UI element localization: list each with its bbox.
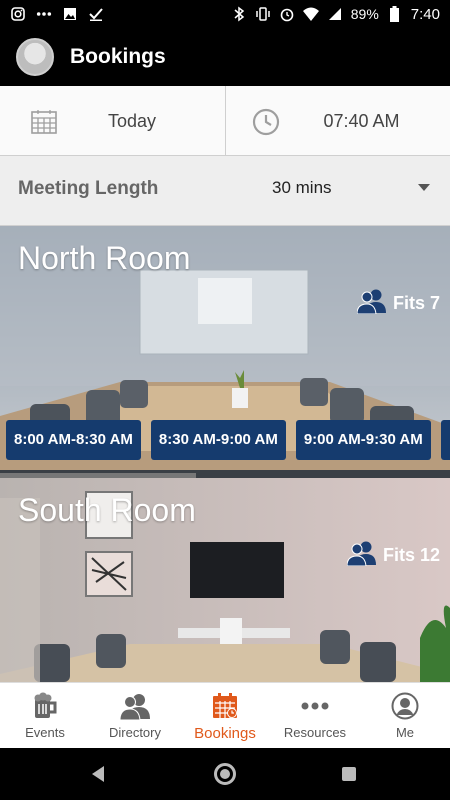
dots-icon	[36, 6, 52, 22]
system-nav-bar	[0, 748, 450, 800]
tab-me[interactable]: Me	[360, 683, 450, 748]
meeting-length-row: Meeting Length 30 mins	[0, 156, 450, 226]
status-time: 7:40	[410, 5, 440, 23]
tab-directory[interactable]: Directory	[90, 683, 180, 748]
capacity-text: Fits 12	[382, 545, 440, 565]
battery-percent: 89%	[350, 6, 379, 22]
check-icon	[88, 6, 104, 22]
people-icon	[346, 540, 377, 571]
recent-apps-icon[interactable]	[342, 767, 356, 781]
date-picker[interactable]: Today	[0, 86, 225, 155]
tab-label: Bookings	[194, 725, 256, 742]
capacity-label: Fits 12	[346, 540, 440, 571]
tab-label: Me	[395, 725, 415, 740]
time-slot-button[interactable]: 8:30 AM-9:00 AM	[150, 420, 286, 460]
alarm-icon	[279, 6, 295, 22]
time-slot-button[interactable]: 8:00 AM-8:30 AM	[6, 420, 141, 460]
app-bar: Bookings	[0, 28, 450, 86]
room-name: North Room	[18, 240, 191, 276]
rooms-list[interactable]: North Room Fits 7 8:00 AM-8:30 AM 8:30 A…	[0, 226, 450, 682]
time-slot-button[interactable]: 9:00 AM-9:30 AM	[295, 420, 431, 460]
avatar[interactable]	[16, 38, 54, 76]
time-slot-list[interactable]: 8:00 AM-8:30 AM 8:30 AM-9:00 AM 9:00 AM-…	[6, 420, 450, 460]
capacity-text: Fits 7	[392, 293, 440, 313]
vibrate-icon	[255, 6, 271, 22]
tab-label: Events	[25, 725, 65, 740]
page-title: Bookings	[70, 45, 166, 68]
back-icon[interactable]	[92, 766, 104, 782]
wifi-icon	[302, 6, 319, 22]
people-icon	[120, 691, 150, 721]
beer-mug-icon	[30, 691, 60, 721]
time-slot-button[interactable]	[440, 420, 450, 460]
room-card[interactable]: North Room Fits 7 8:00 AM-8:30 AM 8:30 A…	[0, 226, 450, 478]
meeting-length-label: Meeting Length	[18, 178, 159, 199]
battery-icon	[387, 6, 403, 22]
person-icon	[390, 691, 420, 721]
tab-resources[interactable]: Resources	[270, 683, 360, 748]
more-dots-icon	[300, 691, 330, 721]
people-icon	[356, 288, 387, 319]
tab-label: Resources	[283, 725, 347, 740]
calendar-icon	[210, 691, 240, 721]
room-card[interactable]: South Room Fits 12	[0, 478, 450, 682]
meeting-length-select[interactable]: 30 mins	[272, 178, 332, 198]
signal-icon	[327, 6, 343, 22]
date-value: Today	[108, 111, 157, 131]
tab-events[interactable]: Events	[0, 683, 90, 748]
room-name: South Room	[18, 492, 196, 528]
time-value: 07:40 AM	[323, 111, 400, 131]
chevron-down-icon[interactable]	[418, 184, 430, 191]
time-picker[interactable]: 07:40 AM	[224, 86, 450, 155]
tab-bookings[interactable]: Bookings	[180, 683, 270, 748]
capacity-label: Fits 7	[356, 288, 440, 319]
date-time-selector: Today 07:40 AM	[0, 86, 450, 156]
bluetooth-icon	[231, 6, 247, 22]
instagram-icon	[10, 6, 26, 22]
calendar-icon	[30, 108, 58, 136]
status-bar: 89% 7:40	[0, 0, 450, 28]
home-icon[interactable]	[214, 763, 236, 785]
tab-label: Directory	[108, 725, 161, 740]
clock-icon	[252, 108, 280, 136]
image-icon	[62, 6, 78, 22]
bottom-tab-bar: Events Directory Bookings Resources Me	[0, 682, 450, 748]
